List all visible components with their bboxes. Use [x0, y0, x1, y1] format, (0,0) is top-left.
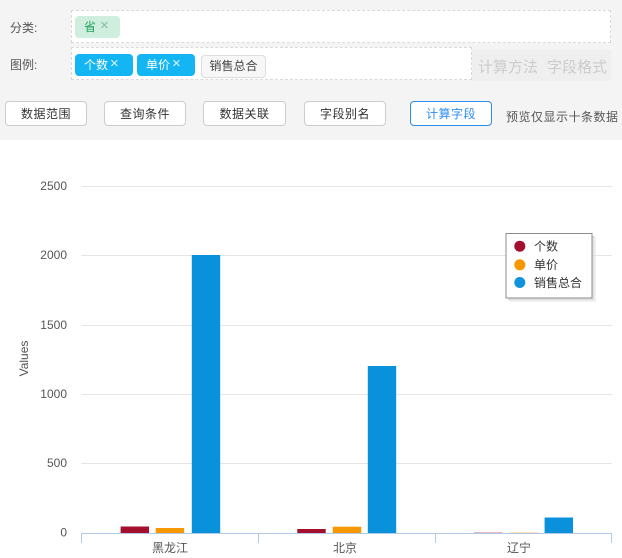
- svg-text:2500: 2500: [40, 179, 67, 193]
- svg-text:单价: 单价: [534, 258, 558, 272]
- svg-text:1500: 1500: [40, 318, 67, 332]
- svg-text:Values: Values: [17, 341, 31, 377]
- svg-text:0: 0: [60, 526, 67, 540]
- svg-text:500: 500: [47, 456, 67, 470]
- svg-text:辽宁: 辽宁: [507, 540, 531, 555]
- svg-text:销售总合: 销售总合: [534, 275, 582, 290]
- svg-text:北京: 北京: [333, 541, 357, 555]
- svg-text:个数: 个数: [534, 239, 558, 254]
- svg-text:黑龙江: 黑龙江: [152, 541, 188, 555]
- svg-text:1000: 1000: [40, 387, 67, 401]
- svg-text:2000: 2000: [40, 248, 67, 262]
